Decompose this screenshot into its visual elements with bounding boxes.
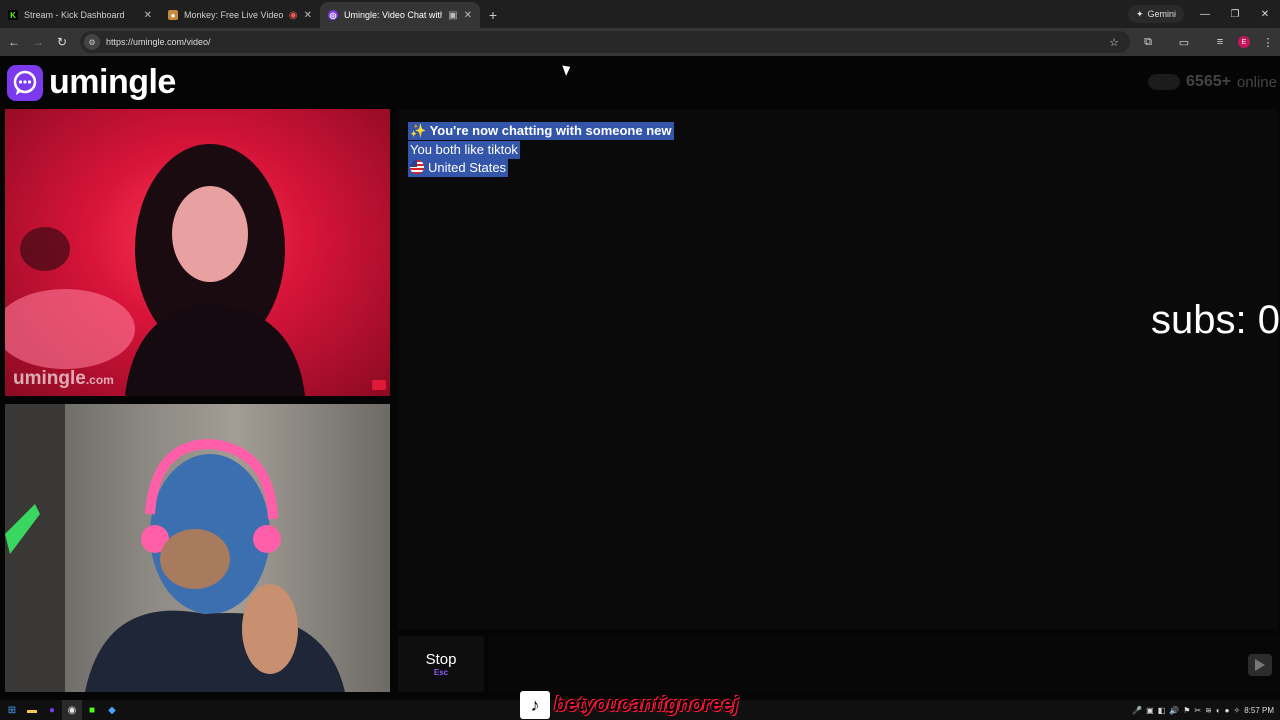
extensions-icon[interactable]: ⧉	[1140, 34, 1156, 50]
site-logo[interactable]: umingle	[7, 63, 176, 102]
umingle-page: umingle 6565+ online umingle.com ✨ You'r…	[0, 56, 1280, 700]
recording-indicator-icon: ◉	[288, 9, 298, 21]
chrome-icon[interactable]: ◉	[62, 700, 82, 720]
file-explorer-icon[interactable]: ▬	[22, 700, 42, 720]
tray-icon[interactable]: ◐	[1216, 706, 1221, 715]
profile-avatar[interactable]: E	[1238, 36, 1250, 48]
tray-icon[interactable]: ◧	[1158, 706, 1166, 715]
close-tab-icon[interactable]: ✕	[304, 10, 312, 21]
chat-message: ✨ You're now chatting with someone new	[408, 122, 674, 140]
browser-tab-bar: K Stream - Kick Dashboard ✕ ● Monkey: Fr…	[0, 0, 1280, 28]
site-info-icon[interactable]: ⚙	[84, 34, 100, 50]
report-flag-icon[interactable]	[372, 380, 386, 390]
new-tab-button[interactable]: +	[480, 2, 506, 28]
sparkle-icon: ✨	[410, 123, 427, 138]
minimize-icon[interactable]: —	[1190, 0, 1220, 28]
send-arrow-icon	[1255, 659, 1265, 671]
chat-message: United States	[408, 159, 509, 177]
volume-icon[interactable]: 🔊	[1169, 706, 1179, 715]
send-button[interactable]	[1248, 654, 1272, 676]
tab-label: Stream - Kick Dashboard	[24, 10, 125, 20]
tray-icon[interactable]: ⚑	[1183, 706, 1190, 715]
monkey-favicon-icon: ●	[168, 10, 178, 20]
message-input[interactable]	[488, 636, 1280, 692]
kick-favicon-icon: K	[8, 10, 18, 20]
tiktok-overlay: ♪ betyoucantignoreej	[520, 690, 738, 720]
online-toggle[interactable]	[1148, 74, 1181, 90]
tray-icon[interactable]: ✂	[1194, 706, 1201, 715]
clock[interactable]: 8:57 PM	[1244, 706, 1274, 715]
forward-arrow-icon[interactable]: →	[26, 30, 50, 54]
kick-app-icon[interactable]: ■	[82, 700, 102, 720]
wifi-icon[interactable]: ≋	[1205, 706, 1212, 715]
microphone-icon[interactable]: 🎤	[1132, 706, 1142, 715]
stranger-video-frame	[5, 144, 305, 396]
online-count: 6565+	[1186, 73, 1231, 90]
close-window-icon[interactable]: ✕	[1250, 0, 1280, 28]
brand-name: umingle	[49, 63, 176, 101]
screen-share-icon: ▣	[448, 9, 458, 21]
tray-icon[interactable]: ▣	[1146, 706, 1154, 715]
gemini-label: Gemini	[1147, 9, 1176, 19]
us-flag-icon	[410, 160, 424, 174]
chat-panel: ✨ You're now chatting with someone new Y…	[398, 109, 1278, 629]
bookmark-star-icon[interactable]: ☆	[1106, 34, 1122, 50]
message-text: You both like tiktok	[410, 142, 518, 157]
gemini-button[interactable]: ✦ Gemini	[1127, 5, 1184, 23]
app-icon[interactable]: ●	[42, 700, 62, 720]
chat-controls: Stop Esc	[398, 636, 1280, 692]
subs-counter-overlay: subs: 0	[1151, 298, 1280, 342]
chat-bubble-logo-icon	[7, 64, 43, 101]
umingle-favicon-icon: ◎	[328, 10, 338, 20]
back-arrow-icon[interactable]: ←	[2, 30, 26, 54]
tab-label: Monkey: Free Live Video Ch	[184, 10, 283, 20]
self-video	[5, 404, 390, 692]
address-bar-row: ← → ↻ ⚙ https://umingle.com/video/ ☆ ⧉ ▭…	[0, 28, 1280, 56]
tab-umingle[interactable]: ◎ Umingle: Video Chat with S ▣ ✕	[320, 2, 480, 28]
tray-icon[interactable]: ✧	[1234, 706, 1241, 715]
message-text: United States	[428, 160, 507, 175]
stop-button[interactable]: Stop Esc	[398, 636, 484, 692]
cast-icon[interactable]: ▭	[1176, 34, 1192, 50]
tiktok-logo-icon: ♪	[520, 691, 550, 719]
stranger-video: umingle.com	[5, 109, 390, 396]
chat-message: You both like tiktok	[408, 141, 520, 159]
app-icon-2[interactable]: ◆	[102, 700, 122, 720]
menu-kebab-icon[interactable]: ⋮	[1260, 34, 1276, 50]
tiktok-handle: betyoucantignoreej	[554, 693, 739, 716]
tab-kick-dashboard[interactable]: K Stream - Kick Dashboard ✕	[0, 2, 160, 28]
close-tab-icon[interactable]: ✕	[464, 10, 472, 21]
umingle-watermark: umingle.com	[13, 368, 114, 389]
maximize-icon[interactable]: ❐	[1220, 0, 1250, 28]
tray-icon[interactable]: ●	[1225, 706, 1230, 715]
online-indicator: 6565+ online	[1148, 73, 1277, 91]
system-tray: 🎤 ▣ ◧ 🔊 ⚑ ✂ ≋ ◐ ● ✧ 8:57 PM	[1132, 700, 1280, 720]
stop-label: Stop	[425, 651, 457, 668]
reload-icon[interactable]: ↻	[50, 30, 74, 54]
tab-monkey[interactable]: ● Monkey: Free Live Video Ch ◉ ✕	[160, 2, 320, 28]
self-video-frame	[5, 404, 345, 692]
sparkle-icon: ✦	[1135, 8, 1144, 19]
url-text[interactable]: https://umingle.com/video/	[106, 37, 211, 47]
url-omnibox[interactable]: ⚙ https://umingle.com/video/	[80, 31, 1130, 53]
close-tab-icon[interactable]: ✕	[144, 10, 152, 21]
message-text: You're now chatting with someone new	[429, 123, 672, 138]
stop-shortcut: Esc	[433, 668, 449, 677]
media-controls-icon[interactable]: ≡	[1212, 34, 1228, 50]
online-label: online	[1236, 73, 1277, 91]
windows-start-icon[interactable]: ⊞	[2, 700, 22, 720]
tab-label: Umingle: Video Chat with S	[344, 10, 442, 20]
